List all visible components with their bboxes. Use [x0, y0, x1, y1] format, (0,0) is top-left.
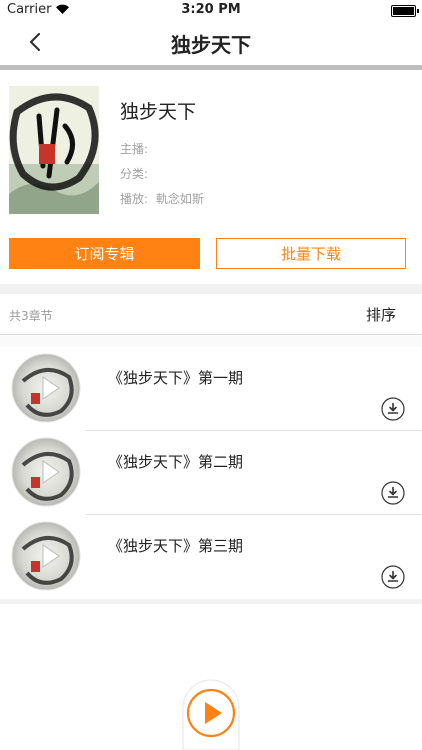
player-play-icon[interactable] — [181, 678, 241, 750]
subscribe-album-button[interactable]: 订阅专辑 — [9, 238, 200, 269]
track-thumbnail[interactable] — [11, 353, 81, 423]
track-title: 《独步天下》第二期 — [108, 453, 244, 471]
section-divider — [0, 284, 422, 294]
list-bottom-divider — [0, 599, 422, 604]
nav-bar: 独步天下 — [0, 20, 422, 65]
track-item[interactable]: 《独步天下》第一期 — [0, 347, 422, 431]
track-title: 《独步天下》第三期 — [108, 537, 244, 555]
track-thumbnail[interactable] — [11, 437, 81, 507]
download-icon[interactable] — [381, 481, 405, 505]
download-icon[interactable] — [381, 397, 405, 421]
track-list-header: 共3章节 排序 — [0, 294, 422, 335]
plays-value: 軌念如斯 — [155, 192, 204, 206]
chapter-count: 共3章节 — [9, 309, 53, 323]
track-thumbnail[interactable] — [11, 521, 81, 591]
track-title: 《独步天下》第一期 — [108, 369, 244, 387]
sort-button[interactable]: 排序 — [366, 304, 396, 325]
album-cover-image[interactable] — [9, 86, 99, 214]
album-title: 独步天下 — [120, 101, 197, 123]
plays-label: 播放: — [120, 192, 149, 206]
category-label: 分类: — [120, 167, 149, 181]
host-label: 主播: — [120, 142, 149, 156]
status-bar: Carrier 3:20 PM — [0, 0, 422, 20]
battery-icon — [391, 5, 419, 17]
album-info: 独步天下 主播: 分类: 播放: 軌念如斯 — [0, 70, 422, 220]
status-time: 3:20 PM — [181, 2, 241, 17]
list-spacer — [0, 335, 422, 347]
download-icon[interactable] — [381, 565, 405, 589]
track-item[interactable]: 《独步天下》第二期 — [0, 431, 422, 515]
batch-download-button[interactable]: 批量下载 — [216, 238, 406, 269]
page-title: 独步天下 — [171, 33, 251, 57]
plays-row: 播放: 軌念如斯 — [120, 190, 204, 207]
track-item[interactable]: 《独步天下》第三期 — [0, 515, 422, 599]
